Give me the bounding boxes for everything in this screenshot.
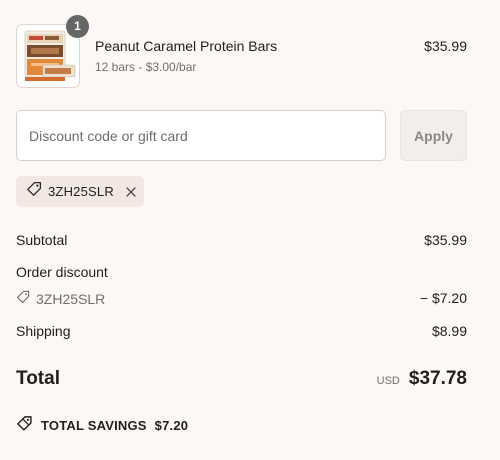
applied-discount-code: 3ZH25SLR [48, 184, 114, 199]
quantity-badge: 1 [66, 15, 89, 38]
applied-discount-chip: 3ZH25SLR [16, 176, 144, 207]
subtotal-label: Subtotal [16, 232, 68, 248]
close-icon[interactable] [124, 185, 138, 199]
discount-code-text: 3ZH25SLR [36, 290, 106, 307]
shipping-label: Shipping [16, 323, 71, 339]
shipping-value: $8.99 [431, 323, 467, 339]
discount-amount: − $7.20 [419, 290, 467, 306]
line-item: 1 Peanut Caramel Protein Bars 12 bars - … [16, 15, 467, 88]
product-name: Peanut Caramel Protein Bars [95, 38, 278, 54]
total-value: $37.78 [408, 368, 467, 389]
subtotal-value: $35.99 [424, 232, 467, 248]
tag-icon [16, 290, 30, 307]
order-summary: 1 Peanut Caramel Protein Bars 12 bars - … [0, 0, 500, 460]
total-savings: TOTAL SAVINGS $7.20 [16, 415, 188, 435]
order-discount-label: Order discount [16, 264, 108, 280]
total-amount: USD $37.78 [377, 368, 467, 390]
currency-code: USD [376, 375, 400, 387]
total-savings-value: $7.20 [154, 417, 189, 433]
discount-code-line: 3ZH25SLR [16, 290, 105, 307]
discount-code-input[interactable] [16, 110, 386, 161]
tag-icon [26, 181, 42, 202]
product-price: $35.99 [424, 38, 467, 54]
total-label: Total [16, 368, 60, 389]
savings-tag-icon [16, 415, 33, 435]
total-savings-label: TOTAL SAVINGS [41, 417, 147, 433]
apply-discount-button[interactable]: Apply [400, 110, 467, 161]
product-thumbnail-wrapper: 1 [16, 15, 89, 88]
product-variant: 12 bars - $3.00/bar [95, 60, 197, 74]
